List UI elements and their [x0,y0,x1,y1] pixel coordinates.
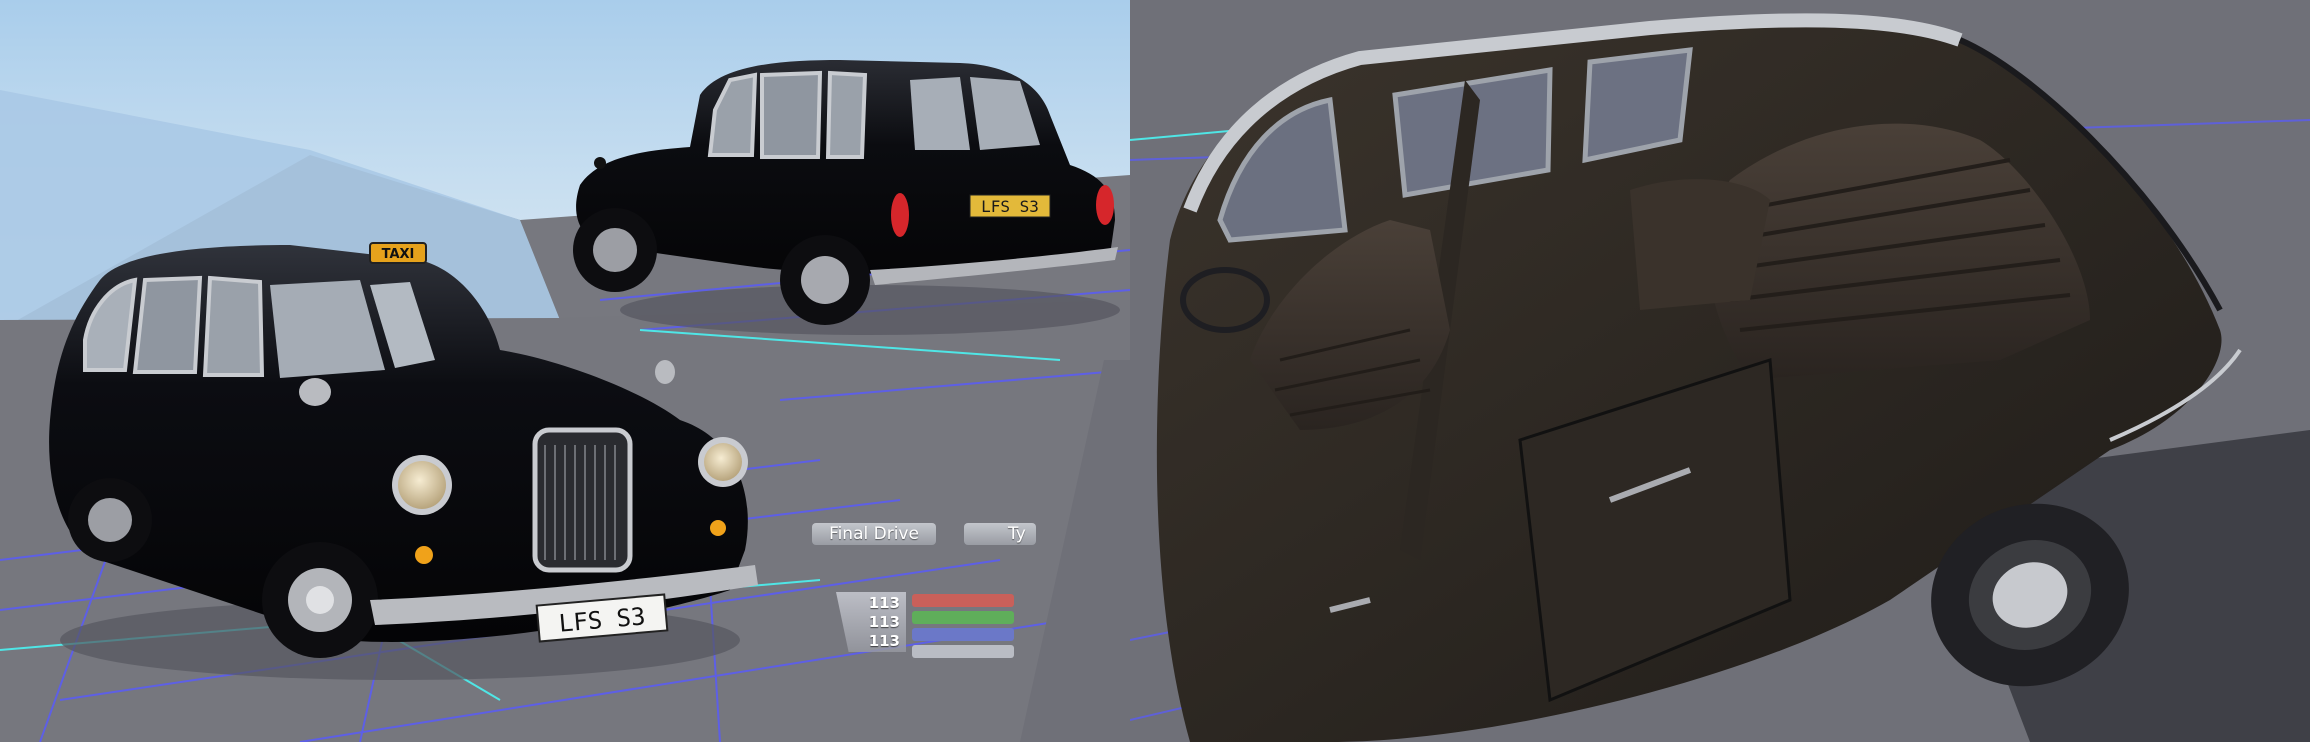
taxi-interior-view [1130,13,2310,742]
hud-bar-red [912,594,1014,607]
hud-bar-blue [912,628,1014,641]
tab-final-drive[interactable]: Final Drive [812,523,936,545]
hud-value-2: 113 [868,613,900,631]
interior-viewport [1130,0,2310,742]
hud-bar-green [912,611,1014,624]
tab-tyres[interactable]: Ty [964,523,1036,545]
taxi-roof-sign: TAXI [382,247,415,262]
hud-bar-grey [912,645,1014,658]
exterior-viewport: LFS S3 TAXI LFS S3 Final Drive Ty 113 11… [0,0,1130,742]
hud-value-3: 113 [868,632,900,650]
rear-license-plate: LFS S3 [981,197,1039,216]
taxi-front-view: TAXI LFS S3 [49,242,758,680]
hud-value-1: 113 [868,594,900,612]
